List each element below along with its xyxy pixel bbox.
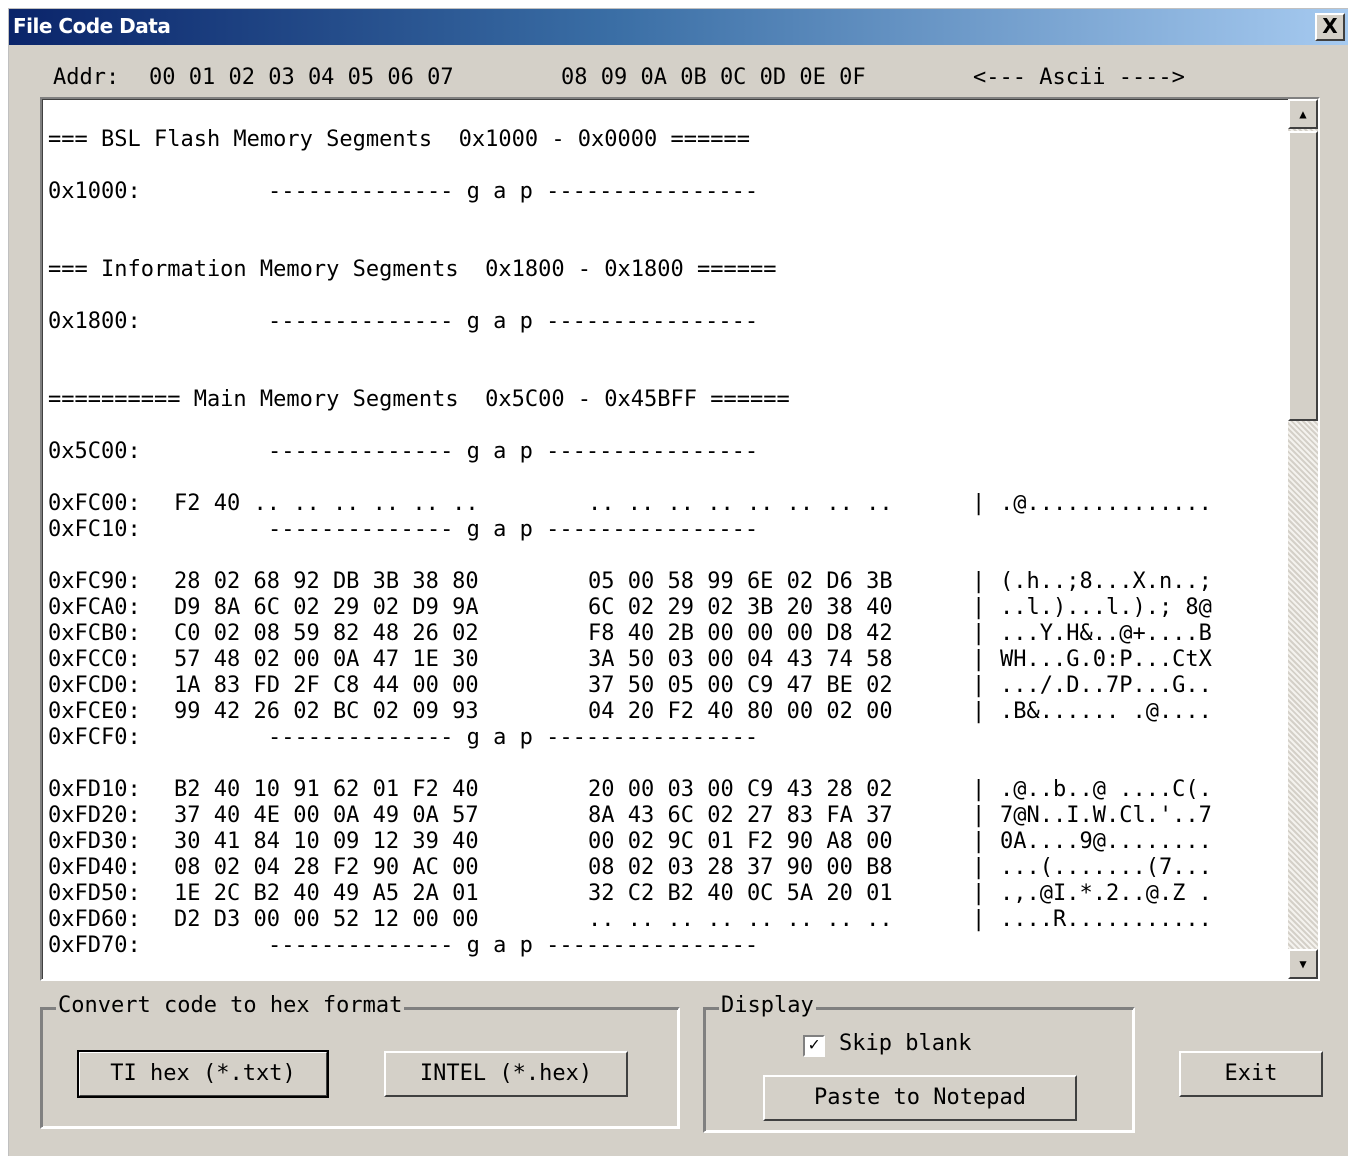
section-header-main: ========== Main Memory Segments 0x5C00 -… (48, 387, 790, 412)
section-header-information: === Information Memory Segments 0x1800 -… (48, 257, 777, 282)
hex-row: 0xFCD0: 1A 83 FD 2F C8 44 00 00 37 50 05… (48, 673, 1212, 698)
paste-to-notepad-button[interactable]: Paste to Notepad (763, 1075, 1077, 1121)
bytes-header-low: 00 01 02 03 04 05 06 07 (149, 65, 454, 90)
title-bar[interactable]: File Code Data X (9, 9, 1348, 45)
file-code-data-window: File Code Data X Addr: 00 01 02 03 04 05… (8, 8, 1348, 1156)
hex-row: 0xFCB0: C0 02 08 59 82 48 26 02 F8 40 2B… (48, 621, 1212, 646)
gap-row: 0xFD70: -------------- g a p -----------… (48, 933, 759, 958)
hex-row: 0xFD20: 37 40 4E 00 0A 49 0A 57 8A 43 6C… (48, 803, 1212, 828)
exit-button[interactable]: Exit (1179, 1051, 1323, 1097)
skip-blank-checkbox[interactable]: ✓ (803, 1035, 825, 1057)
hex-dump-listbox[interactable]: === BSL Flash Memory Segments 0x1000 - 0… (40, 97, 1320, 981)
hex-row: 0xFD50: 1E 2C B2 40 49 A5 2A 01 32 C2 B2… (48, 881, 1212, 906)
gap-row: 0xFCF0: -------------- g a p -----------… (48, 725, 759, 750)
display-group: Display ✓ Skip blank Paste to Notepad (703, 993, 1135, 1133)
scroll-up-icon[interactable]: ▲ (1288, 99, 1318, 129)
convert-group-label: Convert code to hex format (56, 993, 405, 1018)
display-group-label: Display (719, 993, 816, 1018)
gap-row: 0xFC10: -------------- g a p -----------… (48, 517, 759, 542)
hex-row: 0xFD30: 30 41 84 10 09 12 39 40 00 02 9C… (48, 829, 1212, 854)
scroll-thumb[interactable] (1288, 131, 1318, 421)
gap-row: 0x1000: -------------- g a p -----------… (48, 179, 759, 204)
gap-row: 0x1800: -------------- g a p -----------… (48, 309, 759, 334)
column-header: Addr: 00 01 02 03 04 05 06 07 08 09 0A 0… (53, 65, 1185, 93)
close-button[interactable]: X (1315, 13, 1345, 41)
intel-hex-button[interactable]: INTEL (*.hex) (384, 1051, 628, 1097)
hex-row: 0xFCC0: 57 48 02 00 0A 47 1E 30 3A 50 03… (48, 647, 1212, 672)
ascii-header: <--- Ascii ----> (973, 65, 1185, 90)
ti-hex-button[interactable]: TI hex (*.txt) (77, 1050, 329, 1098)
scroll-down-icon[interactable]: ▼ (1288, 949, 1318, 979)
bytes-header-high: 08 09 0A 0B 0C 0D 0E 0F (561, 65, 866, 90)
addr-header: Addr: (53, 65, 120, 90)
hex-dump-content: === BSL Flash Memory Segments 0x1000 - 0… (48, 99, 1280, 979)
hex-row: 0xFD40: 08 02 04 28 F2 90 AC 00 08 02 03… (48, 855, 1212, 880)
window-title: File Code Data (13, 14, 171, 38)
convert-group: Convert code to hex format TI hex (*.txt… (40, 993, 680, 1129)
hex-row: 0xFC00: F2 40 .. .. .. .. .. .. .. .. ..… (48, 491, 1212, 516)
section-header-bsl: === BSL Flash Memory Segments 0x1000 - 0… (48, 127, 750, 152)
skip-blank-label[interactable]: Skip blank (839, 1031, 971, 1056)
hex-row: 0xFCE0: 99 42 26 02 BC 02 09 93 04 20 F2… (48, 699, 1212, 724)
gap-row: 0x5C00: -------------- g a p -----------… (48, 439, 759, 464)
hex-row: 0xFC90: 28 02 68 92 DB 3B 38 80 05 00 58… (48, 569, 1212, 594)
hex-row: 0xFCA0: D9 8A 6C 02 29 02 D9 9A 6C 02 29… (48, 595, 1212, 620)
vertical-scrollbar[interactable]: ▲ ▼ (1288, 99, 1318, 979)
hex-row: 0xFD10: B2 40 10 91 62 01 F2 40 20 00 03… (48, 777, 1212, 802)
hex-row: 0xFD60: D2 D3 00 00 52 12 00 00 .. .. ..… (48, 907, 1212, 932)
